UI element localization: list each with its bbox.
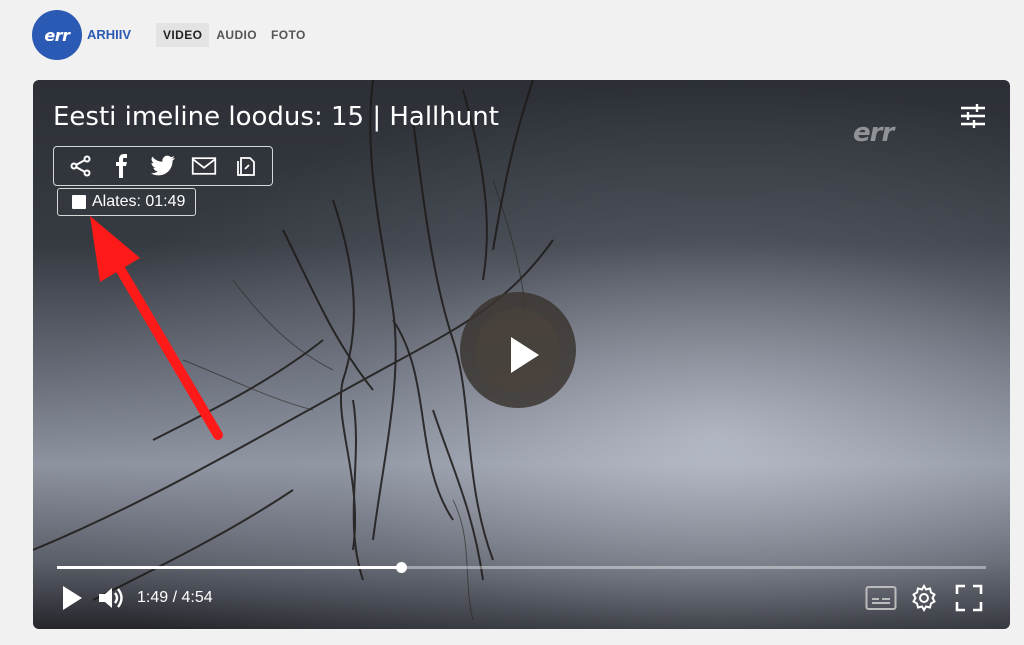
volume-icon[interactable] (95, 582, 127, 614)
progress-bar[interactable] (57, 562, 986, 573)
nav-audio[interactable]: AUDIO (209, 23, 264, 47)
start-time-label: Alates: 01:49 (92, 193, 186, 210)
copy-link-icon[interactable] (232, 153, 258, 179)
twitter-icon[interactable] (150, 153, 176, 179)
nav-video[interactable]: VIDEO (156, 23, 210, 47)
start-time-checkbox[interactable] (72, 195, 86, 209)
err-logo[interactable]: err (32, 10, 82, 60)
progress-knob[interactable] (395, 562, 407, 573)
video-title: Eesti imeline loodus: 15 | Hallhunt (53, 102, 499, 132)
video-player[interactable]: Eesti imeline loodus: 15 | Hallhunt err (33, 80, 1010, 629)
brand-title[interactable]: ARHIIV (87, 27, 131, 42)
progress-fill (57, 566, 401, 569)
tune-icon[interactable] (959, 102, 987, 130)
fullscreen-icon[interactable] (953, 582, 985, 614)
nav-foto[interactable]: FOTO (264, 23, 313, 47)
main-nav: VIDEO AUDIO FOTO (156, 23, 313, 47)
mail-icon[interactable] (191, 153, 217, 179)
control-bar: 1:49 / 4:54 (57, 582, 986, 614)
subtitles-icon[interactable] (865, 582, 897, 614)
time-display: 1:49 / 4:54 (137, 589, 213, 606)
play-icon[interactable] (57, 582, 87, 614)
gear-icon[interactable] (909, 582, 939, 614)
start-time-option[interactable]: Alates: 01:49 (57, 188, 197, 216)
facebook-icon[interactable] (109, 153, 135, 179)
err-watermark: err (853, 118, 894, 148)
share-icon[interactable] (68, 153, 94, 179)
big-play-icon[interactable] (503, 335, 543, 375)
share-toolbar (53, 146, 273, 186)
logo-text: err (44, 25, 70, 45)
top-bar: err ARHIIV VIDEO AUDIO FOTO (0, 0, 1024, 75)
